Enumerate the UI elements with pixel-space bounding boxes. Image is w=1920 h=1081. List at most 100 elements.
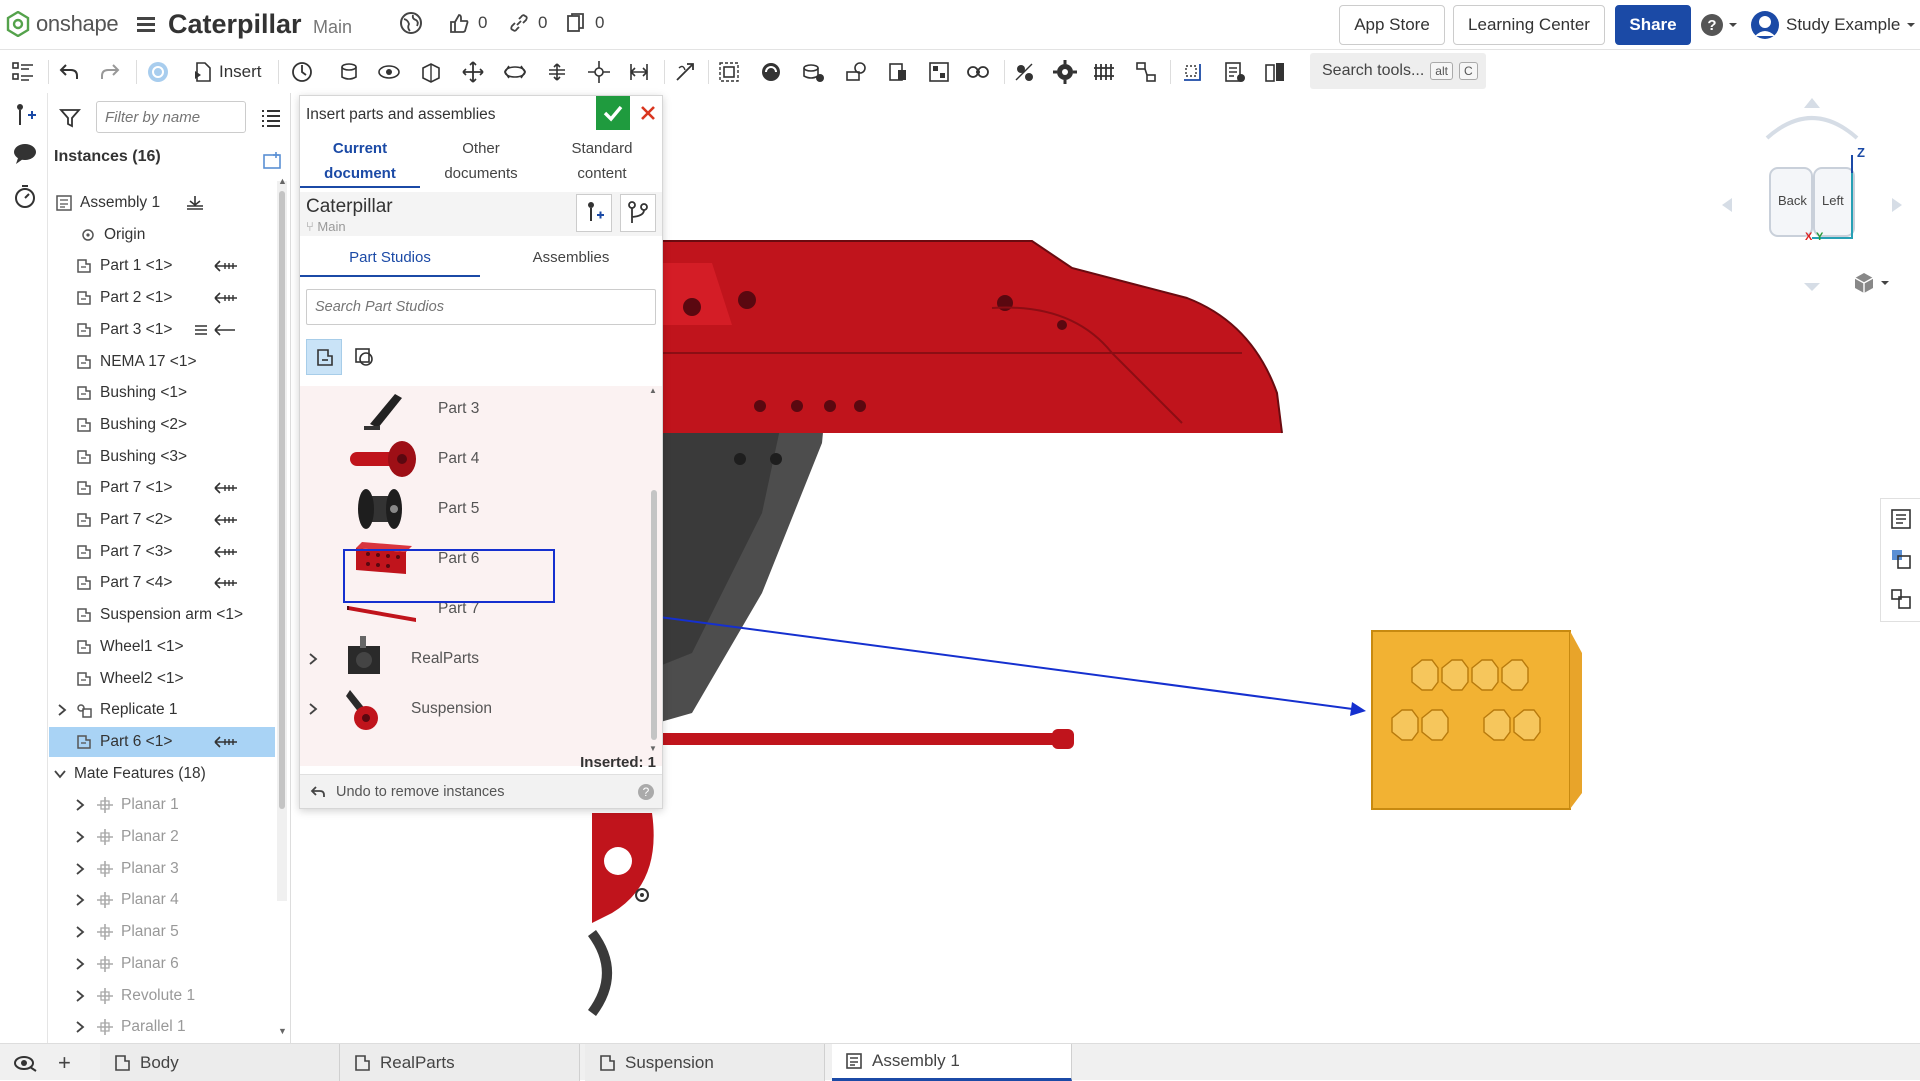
user-menu[interactable]: Study Example: [1750, 10, 1916, 40]
subtab-part-studios[interactable]: Part Studios: [300, 241, 480, 277]
tree-item[interactable]: Part 1 <1>: [49, 251, 275, 281]
scroll-down-icon[interactable]: ▼: [278, 1026, 287, 1036]
help-menu[interactable]: ?: [1700, 13, 1738, 37]
subtab-assemblies[interactable]: Assemblies: [481, 241, 661, 277]
tab-assembly-1[interactable]: Assembly 1: [832, 1044, 1072, 1081]
tree-item[interactable]: NEMA 17 <1>: [49, 347, 275, 377]
filter-icon[interactable]: [59, 108, 81, 133]
fastened-mate-icon[interactable]: [336, 59, 362, 85]
mate-item[interactable]: Planar 6: [49, 949, 275, 979]
explode-icon[interactable]: [1133, 59, 1159, 85]
globe-icon[interactable]: [399, 11, 423, 40]
new-folder-icon[interactable]: [262, 150, 284, 175]
learning-center-button[interactable]: Learning Center: [1453, 5, 1605, 45]
view-cube-back-label[interactable]: Back: [1778, 193, 1807, 208]
properties-panel-icon[interactable]: [1889, 507, 1913, 536]
list-options-icon[interactable]: [261, 109, 281, 132]
links-counter[interactable]: 0: [508, 12, 547, 34]
snap-mode-icon[interactable]: [145, 59, 171, 85]
list-item-part-5[interactable]: Part 5: [300, 484, 640, 534]
version-branch-button[interactable]: [620, 194, 656, 232]
appearance-panel-icon[interactable]: [1889, 547, 1913, 576]
section-view-icon[interactable]: [1262, 59, 1288, 85]
tree-item[interactable]: Assembly 1: [49, 188, 275, 218]
named-position-icon[interactable]: [1179, 59, 1205, 85]
tree-item[interactable]: Part 3 <1>: [49, 315, 275, 345]
likes-counter[interactable]: 0: [448, 12, 487, 34]
linear-pattern-icon[interactable]: [1092, 59, 1118, 85]
gear-relation-icon[interactable]: [800, 59, 826, 85]
scroll-up-icon[interactable]: ▲: [278, 176, 287, 186]
replicate-icon[interactable]: [1011, 59, 1037, 85]
revolute-mate-icon[interactable]: [376, 59, 402, 85]
dialog-accept-button[interactable]: [596, 96, 630, 130]
pattern-icon[interactable]: [1052, 59, 1078, 85]
filter-surfaces-button[interactable]: [346, 339, 382, 375]
linear-relation-icon[interactable]: [926, 59, 952, 85]
list-item-part-4[interactable]: Part 4: [300, 434, 640, 484]
tree-item[interactable]: Wheel1 <1>: [49, 632, 275, 662]
view-cube-left-label[interactable]: Left: [1822, 193, 1844, 208]
insert-button[interactable]: Insert: [193, 59, 262, 85]
bom-panel-icon[interactable]: [1889, 587, 1913, 616]
tab-body[interactable]: Body: [100, 1044, 340, 1081]
group-icon[interactable]: [716, 59, 742, 85]
tree-item[interactable]: Part 6 <1>: [49, 726, 275, 757]
add-tab-button[interactable]: +: [58, 1050, 71, 1076]
tangent-mate-icon[interactable]: [672, 59, 698, 85]
mate-item[interactable]: Planar 4: [49, 885, 275, 915]
render-mode-menu[interactable]: [1852, 271, 1890, 295]
measure-icon[interactable]: [1222, 59, 1248, 85]
mate-item[interactable]: Planar 5: [49, 917, 275, 947]
tree-item[interactable]: Part 7 <1>: [49, 473, 275, 503]
cylindrical-mate-icon[interactable]: [502, 59, 528, 85]
mate-connector-icon[interactable]: [289, 59, 315, 85]
app-store-button[interactable]: App Store: [1339, 5, 1445, 45]
mechanism-icon[interactable]: [965, 59, 991, 85]
tab-standard-content[interactable]: Standard content: [542, 136, 662, 188]
insert-mate-connector-icon[interactable]: [12, 103, 38, 129]
tree-item[interactable]: Origin: [49, 220, 275, 250]
list-item-realparts[interactable]: RealParts: [300, 634, 640, 684]
insert-mate-connector-button[interactable]: [576, 194, 612, 232]
tree-item[interactable]: Replicate 1: [49, 695, 275, 725]
list-item-part-3[interactable]: Part 3: [300, 386, 640, 434]
scroll-down-icon[interactable]: ▼: [649, 744, 657, 753]
tree-scrollbar[interactable]: [277, 181, 287, 901]
tree-item[interactable]: Bushing <1>: [49, 378, 275, 408]
stopwatch-icon[interactable]: [12, 183, 38, 209]
tab-manager-icon[interactable]: [14, 1054, 38, 1077]
tree-item[interactable]: Part 2 <1>: [49, 283, 275, 313]
mate-item[interactable]: Revolute 1: [49, 981, 275, 1011]
mate-item[interactable]: Planar 1: [49, 790, 275, 820]
mate-item[interactable]: Parallel 1: [49, 1012, 275, 1042]
list-item-suspension[interactable]: Suspension: [300, 684, 640, 734]
redo-icon[interactable]: [97, 59, 123, 85]
tree-item[interactable]: Part 7 <3>: [49, 537, 275, 567]
undo-instances-bar[interactable]: Undo to remove instances ?: [300, 774, 662, 808]
undo-icon[interactable]: [56, 59, 82, 85]
planar-mate-icon[interactable]: [460, 59, 486, 85]
tree-item[interactable]: Part 7 <4>: [49, 568, 275, 598]
tab-suspension[interactable]: Suspension: [585, 1044, 825, 1081]
chevron-right-icon[interactable]: [57, 703, 67, 721]
ball-mate-icon[interactable]: [586, 59, 612, 85]
filter-parts-button[interactable]: [306, 339, 342, 375]
menu-hamburger-icon[interactable]: [136, 14, 156, 34]
share-button[interactable]: Share: [1615, 5, 1691, 45]
filter-by-name-input[interactable]: [96, 101, 246, 133]
document-title[interactable]: Caterpillar: [168, 9, 302, 40]
tree-item[interactable]: Bushing <3>: [49, 442, 275, 472]
dialog-cancel-button[interactable]: [634, 98, 662, 128]
copies-counter[interactable]: 0: [565, 12, 604, 34]
search-tools-input[interactable]: Search tools... alt C: [1310, 53, 1486, 89]
scroll-up-icon[interactable]: ▲: [649, 386, 657, 395]
onshape-logo[interactable]: onshape: [6, 11, 119, 37]
rack-pinion-icon[interactable]: [843, 59, 869, 85]
parallel-mate-icon[interactable]: [626, 59, 652, 85]
tab-other-documents[interactable]: Other documents: [421, 136, 541, 188]
feature-list-icon[interactable]: [10, 59, 36, 85]
mate-item[interactable]: Planar 3: [49, 854, 275, 884]
tree-item[interactable]: Suspension arm <1>: [49, 600, 275, 630]
view-cube[interactable]: Back Left Z X Y: [1722, 93, 1902, 293]
